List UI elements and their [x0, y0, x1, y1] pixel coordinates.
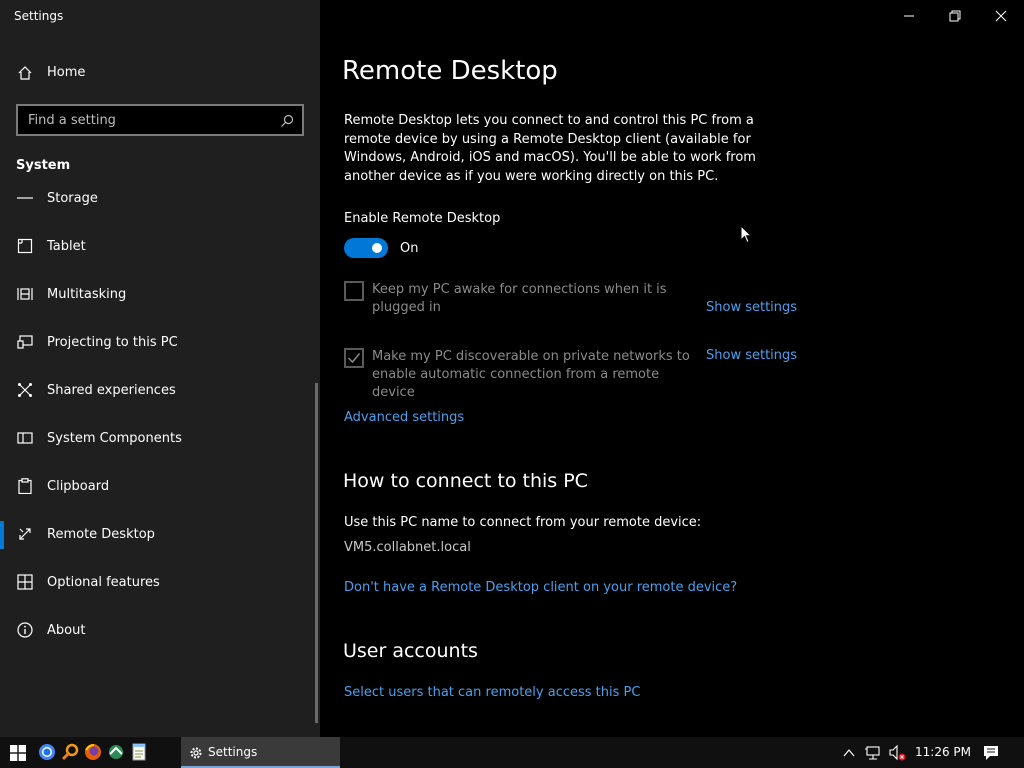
select-users-link[interactable]: Select users that can remotely access th…	[344, 685, 640, 700]
page-title: Remote Desktop	[342, 56, 558, 86]
sidebar-item-label: Multitasking	[47, 287, 127, 302]
sidebar-item-label: Storage	[47, 191, 98, 206]
tablet-icon	[17, 238, 33, 254]
sidebar-nav: Storage Tablet Multitasking Projecting t…	[0, 190, 320, 670]
user-accounts-heading: User accounts	[343, 640, 478, 662]
multitasking-icon	[17, 286, 33, 302]
clipboard-icon	[17, 478, 33, 495]
search-icon[interactable]	[280, 113, 294, 127]
sidebar-home[interactable]: Home	[0, 56, 320, 90]
home-icon	[17, 65, 33, 81]
window-title: Settings	[14, 9, 64, 23]
sidebar-scrollbar[interactable]	[315, 383, 318, 723]
page-description: Remote Desktop lets you connect to and c…	[344, 113, 756, 184]
gear-icon	[189, 745, 203, 759]
active-indicator	[0, 521, 4, 549]
storage-icon	[17, 190, 33, 206]
system-components-icon	[17, 430, 33, 446]
sidebar-item-multitasking[interactable]: Multitasking	[0, 275, 320, 315]
network-icon	[865, 746, 880, 760]
taskbar-clock[interactable]: 11:26 PM	[915, 745, 971, 759]
sidebar-item-label: Tablet	[47, 239, 86, 254]
windows-logo-icon	[10, 745, 26, 761]
sidebar-item-clipboard[interactable]: Clipboard	[0, 467, 320, 507]
main-content: Remote Desktop Remote Desktop lets you c…	[320, 0, 1024, 737]
firefox-taskbar-icon[interactable]	[82, 741, 104, 763]
sidebar-item-system-components[interactable]: System Components	[0, 419, 320, 459]
sidebar-item-optional-features[interactable]: Optional features	[0, 563, 320, 603]
sidebar-item-label: Clipboard	[47, 479, 110, 494]
network-app-taskbar-icon[interactable]	[105, 741, 127, 763]
taskbar: Settings 11:26 PM	[0, 737, 1024, 768]
sidebar-item-tablet[interactable]: Tablet	[0, 227, 320, 267]
search-box[interactable]	[16, 104, 304, 136]
projecting-icon	[17, 334, 33, 350]
settings-taskbar-button[interactable]: Settings	[181, 737, 340, 768]
sidebar: Settings Home System Storage Tablet Mult…	[0, 0, 320, 737]
settings-taskbar-label: Settings	[208, 745, 258, 759]
chevron-up-icon	[843, 749, 855, 757]
notepad-taskbar-icon[interactable]	[128, 741, 150, 763]
network-tray-button[interactable]	[864, 737, 882, 768]
volume-tray-button[interactable]	[888, 737, 908, 768]
shared-experiences-icon	[17, 382, 33, 398]
sidebar-item-label: Shared experiences	[47, 383, 176, 398]
enable-remote-desktop-toggle[interactable]	[344, 238, 388, 258]
restore-icon	[949, 10, 961, 22]
chrome-taskbar-icon[interactable]	[36, 741, 58, 763]
toggle-state-label: On	[400, 241, 419, 256]
discoverable-checkbox[interactable]	[344, 348, 364, 368]
keep-awake-checkbox[interactable]	[344, 281, 364, 301]
toggle-knob	[372, 243, 382, 253]
restore-button[interactable]	[932, 0, 978, 32]
discoverable-show-settings-link[interactable]: Show settings	[706, 348, 797, 363]
sidebar-item-label: System Components	[47, 431, 182, 446]
volume-muted-icon	[889, 744, 906, 761]
action-center-button[interactable]	[982, 737, 1000, 768]
notifications-icon	[984, 746, 998, 760]
keep-awake-label: Keep my PC awake for connections when it…	[372, 282, 667, 315]
pc-name: VM5.collabnet.local	[344, 540, 471, 555]
advanced-settings-link[interactable]: Advanced settings	[344, 410, 464, 425]
checkmark-icon	[347, 353, 361, 364]
connect-instructions: Use this PC name to connect from your re…	[344, 515, 702, 530]
client-download-link[interactable]: Don't have a Remote Desktop client on yo…	[344, 580, 737, 595]
optional-features-icon	[17, 574, 33, 590]
remote-desktop-icon	[17, 526, 33, 542]
discoverable-label: Make my PC discoverable on private netwo…	[372, 349, 690, 400]
sidebar-item-label: Remote Desktop	[47, 527, 155, 542]
enable-remote-desktop-label: Enable Remote Desktop	[344, 211, 501, 226]
show-hidden-icons-button[interactable]	[842, 737, 856, 768]
section-label-system: System	[16, 158, 71, 173]
close-button[interactable]	[978, 0, 1024, 32]
sidebar-item-storage[interactable]: Storage	[0, 190, 320, 219]
sidebar-item-remote-desktop[interactable]: Remote Desktop	[0, 515, 320, 555]
minimize-button[interactable]	[886, 0, 932, 32]
info-icon	[17, 622, 33, 638]
minimize-icon	[904, 15, 914, 17]
search-tool-taskbar-icon[interactable]	[59, 741, 81, 763]
keep-awake-show-settings-link[interactable]: Show settings	[706, 300, 797, 315]
connect-heading: How to connect to this PC	[343, 470, 588, 492]
sidebar-item-label: Optional features	[47, 575, 160, 590]
sidebar-item-label: Projecting to this PC	[47, 335, 178, 350]
sidebar-item-about[interactable]: About	[0, 611, 320, 651]
search-input[interactable]	[18, 106, 302, 134]
sidebar-item-shared-experiences[interactable]: Shared experiences	[0, 371, 320, 411]
mouse-cursor-icon	[740, 224, 753, 248]
sidebar-item-projecting[interactable]: Projecting to this PC	[0, 323, 320, 363]
start-button[interactable]	[0, 737, 36, 768]
sidebar-item-label: About	[47, 623, 86, 638]
sidebar-home-label: Home	[47, 65, 86, 80]
close-icon	[995, 10, 1007, 22]
